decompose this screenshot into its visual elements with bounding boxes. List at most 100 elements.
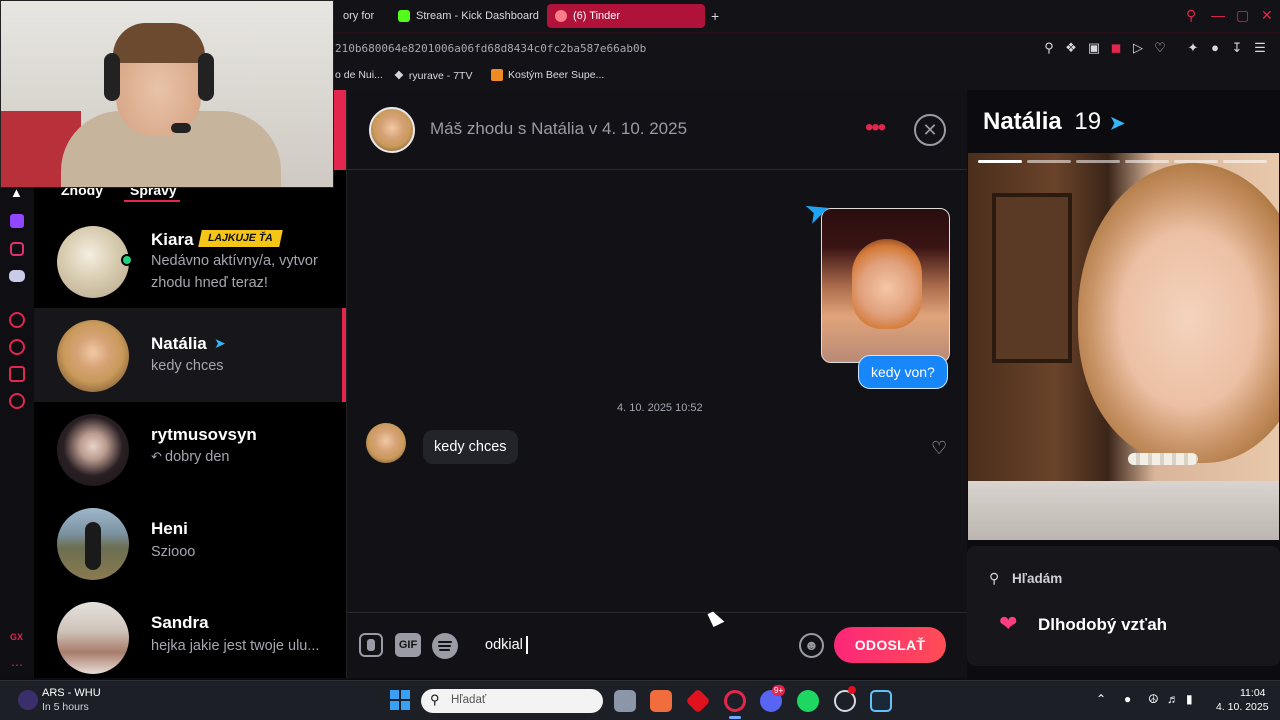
download-icon[interactable]: ↧ <box>1230 41 1244 55</box>
more-options-icon[interactable]: ••• <box>865 116 886 140</box>
bookmark-item[interactable]: Kostým Beer Supe... <box>491 69 604 81</box>
extensions-icon[interactable]: ✦ <box>1186 41 1200 55</box>
bookmark-item[interactable]: o de Nui... <box>335 69 383 81</box>
instagram-icon[interactable] <box>10 242 24 256</box>
photo-progress-bar <box>1027 160 1071 163</box>
history-icon[interactable] <box>9 339 25 355</box>
weather-title[interactable]: ARS - WHU <box>42 687 101 699</box>
obs-record-dot <box>848 686 856 694</box>
send-button[interactable]: ODOSLAŤ <box>834 627 946 663</box>
shield-icon[interactable]: ◼ <box>1109 41 1123 55</box>
conversation-item-rytmusovsyn[interactable]: rytmusovsyn ↶ dobry den <box>34 402 346 496</box>
conversation-item-natalia[interactable]: Natália ➤ kedy chces <box>34 308 346 402</box>
close-chat-icon[interactable]: ✕ <box>914 114 946 146</box>
verified-icon: ➤ <box>214 335 226 351</box>
photo-progress-bar <box>1174 160 1218 163</box>
bookmark-item[interactable]: ❖ ryurave - 7TV <box>394 69 472 83</box>
spotify-icon[interactable] <box>432 633 458 659</box>
conversation-subtitle: hejka jakie jest twoje ulu... <box>151 638 320 654</box>
search-icon: ⚲ <box>989 570 1000 586</box>
opera-gx-icon[interactable] <box>724 690 746 712</box>
gif-button[interactable]: GIF <box>395 633 421 657</box>
bookmark-favicon-icon <box>491 69 503 81</box>
text-cursor <box>525 636 528 654</box>
red-app-icon[interactable] <box>685 688 711 714</box>
conversation-name: Sandra <box>151 613 209 632</box>
sent-image[interactable] <box>821 208 950 363</box>
conversation-subtitle: Sziooo <box>151 544 196 560</box>
emoji-icon[interactable]: ☻ <box>799 633 824 658</box>
tinder-icon <box>555 10 567 22</box>
minimize-icon[interactable]: — <box>1211 8 1225 22</box>
7tv-icon: ❖ <box>394 70 404 82</box>
avatar <box>57 226 129 298</box>
extensions-sidebar-icon[interactable] <box>9 366 25 382</box>
new-tab-label: + <box>711 8 720 24</box>
profile-name-row: Natália 19 ➤ <box>983 108 1125 136</box>
spotify-taskbar-icon[interactable] <box>797 690 819 712</box>
steam-icon[interactable] <box>870 690 892 712</box>
photo-progress-bar <box>1125 160 1169 163</box>
browser-tab-kick[interactable]: Stream - Kick Dashboard <box>390 4 540 28</box>
active-app-indicator <box>729 716 741 719</box>
account-icon[interactable]: ● <box>1208 41 1222 55</box>
browser-tab-tinder[interactable]: (6) Tinder <box>547 4 705 28</box>
more-icon[interactable]: ⋯ <box>11 658 23 672</box>
task-view-icon[interactable] <box>614 690 636 712</box>
headset-mic <box>171 123 191 133</box>
player-icon[interactable] <box>9 312 25 328</box>
url-text[interactable]: 210b680064e8201006a06fd68d8434c0fc2ba587… <box>335 42 646 55</box>
conversation-item-heni[interactable]: Heni Sziooo <box>34 496 346 590</box>
photo-progress-bar <box>1076 160 1120 163</box>
battery-icon[interactable]: ▮ <box>1186 692 1193 706</box>
like-message-icon[interactable]: ♡ <box>931 439 947 457</box>
aria-icon[interactable]: ▲ <box>10 186 24 200</box>
sticker-icon[interactable] <box>359 633 383 657</box>
twitch-icon[interactable] <box>10 214 24 228</box>
screenshot-icon[interactable]: ▣ <box>1087 41 1101 55</box>
play-icon[interactable]: ▷ <box>1131 41 1145 55</box>
conversation-item-sandra[interactable]: Sandra hejka jakie jest twoje ulu... <box>34 590 346 678</box>
conversation-name: Kiara <box>151 230 194 249</box>
zoom-icon[interactable]: ⚲ <box>1042 41 1056 55</box>
microphone-icon[interactable]: ● <box>1124 692 1131 706</box>
spotify-line <box>438 641 452 643</box>
new-tab-button[interactable]: + <box>707 4 727 28</box>
clock-date[interactable]: 4. 10. 2025 <box>1216 701 1269 713</box>
weather-icon <box>18 690 38 710</box>
menu-icon[interactable]: ☰ <box>1253 41 1267 55</box>
spotify-line <box>439 649 450 651</box>
maximize-icon[interactable]: ▢ <box>1236 8 1249 22</box>
profile-photo[interactable] <box>968 153 1279 540</box>
tab-label: Stream - Kick Dashboard <box>416 10 539 22</box>
search-tabs-icon[interactable]: ⚲ <box>1186 8 1196 22</box>
match-avatar[interactable] <box>369 107 415 153</box>
avatar-figure <box>85 522 101 570</box>
photo-door <box>992 193 1072 363</box>
clock-time[interactable]: 11:04 <box>1240 687 1266 699</box>
settings-icon[interactable] <box>9 393 25 409</box>
crunchyroll-icon[interactable] <box>650 690 672 712</box>
volume-icon[interactable]: ♬ <box>1167 692 1179 706</box>
taskbar: ARS - WHU In 5 hours ⚲ Hľadať 9+ ⌃ ● ☮ ♬… <box>0 680 1280 720</box>
avatar <box>57 602 129 674</box>
close-window-icon[interactable]: ✕ <box>1261 8 1273 22</box>
browser-tab[interactable]: ory for Bl <box>335 4 377 28</box>
conversation-subtitle: dobry den <box>165 449 230 465</box>
windows-start-icon[interactable] <box>390 690 410 710</box>
tray-chevron-icon[interactable]: ⌃ <box>1096 692 1106 706</box>
conversation-item-kiara[interactable]: Kiara LAJKUJE ŤA Nedávno aktívny/a, vytv… <box>34 214 346 308</box>
wifi-icon[interactable]: ☮ <box>1148 692 1159 706</box>
message-input[interactable]: odkial <box>485 636 528 654</box>
avatar <box>57 508 129 580</box>
discord-icon[interactable] <box>9 270 25 282</box>
photo-progress-bar <box>1223 160 1267 163</box>
taskbar-search[interactable]: ⚲ Hľadať <box>421 689 603 713</box>
gx-label[interactable]: GX <box>10 632 23 642</box>
conversation-subtitle: kedy chces <box>151 358 224 374</box>
photo-shirt <box>968 481 1279 540</box>
search-placeholder: Hľadať <box>451 694 487 706</box>
pin-icon[interactable]: ❖ <box>1064 41 1078 55</box>
heart-icon[interactable]: ♡ <box>1153 41 1167 55</box>
weather-subtitle: In 5 hours <box>42 701 89 713</box>
